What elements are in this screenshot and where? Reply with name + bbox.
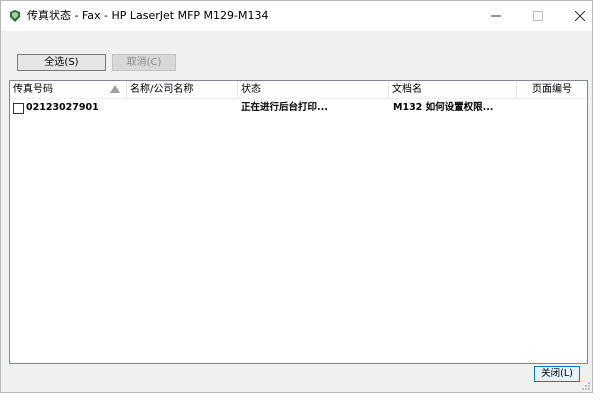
status-cell: 正在进行后台打印... — [241, 102, 328, 113]
fax-list[interactable]: 传真号码 名称/公司名称 状态 文档名 页面编号 02123027901 正在进… — [9, 80, 588, 364]
maximize-icon — [533, 11, 543, 21]
select-all-button[interactable]: 全选(S) — [17, 54, 106, 71]
fax-status-window: 传真状态 - Fax - HP LaserJet MFP M129-M134 全… — [0, 0, 593, 393]
table-row[interactable]: 02123027901 正在进行后台打印... M132 如何设置权限... — [10, 100, 587, 116]
fax-app-icon — [10, 10, 20, 22]
row-checkbox[interactable] — [13, 103, 24, 114]
page-number-cell — [530, 101, 586, 115]
close-window-button[interactable] — [559, 1, 600, 31]
column-divider[interactable] — [516, 81, 517, 98]
name-cell — [130, 101, 235, 115]
minimize-button[interactable] — [475, 1, 517, 31]
list-header: 传真号码 名称/公司名称 状态 文档名 页面编号 — [10, 81, 587, 99]
cancel-button[interactable]: 取消(C) — [112, 54, 176, 71]
window-title: 传真状态 - Fax - HP LaserJet MFP M129-M134 — [27, 9, 269, 22]
close-button[interactable]: 关闭(L) — [534, 366, 580, 382]
column-header-name[interactable]: 名称/公司名称 — [127, 81, 237, 98]
column-header-page-number[interactable]: 页面编号 — [529, 81, 589, 98]
column-header-document[interactable]: 文档名 — [389, 81, 516, 98]
minimize-icon — [491, 15, 501, 17]
document-cell: M132 如何设置权限... — [393, 102, 494, 113]
title-bar[interactable]: 传真状态 - Fax - HP LaserJet MFP M129-M134 — [1, 1, 592, 31]
maximize-button[interactable] — [517, 1, 559, 31]
sort-ascending-icon — [110, 85, 120, 93]
resize-grip-icon[interactable] — [581, 381, 591, 391]
fax-number-cell: 02123027901 — [26, 102, 99, 113]
close-icon — [575, 11, 585, 21]
column-header-status[interactable]: 状态 — [238, 81, 388, 98]
